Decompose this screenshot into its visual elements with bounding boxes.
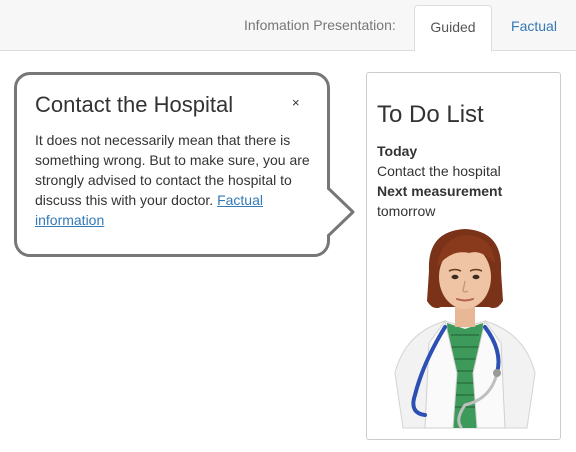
todo-title: To Do List — [377, 101, 484, 128]
advice-bubble: Contact the Hospital × It does not neces… — [14, 72, 330, 257]
doctor-avatar-icon — [394, 229, 536, 429]
close-icon[interactable]: × — [292, 95, 300, 110]
todo-heading-next-measurement: Next measurement — [377, 183, 503, 199]
bubble-body-text: It does not necessarily mean that there … — [35, 132, 310, 208]
bubble-message: It does not necessarily mean that there … — [35, 130, 317, 230]
todo-heading-today: Today — [377, 143, 418, 159]
tab-factual[interactable]: Factual — [496, 5, 572, 52]
top-navbar: Infomation Presentation: Guided Factual — [0, 0, 576, 52]
presentation-mode-label: Infomation Presentation: — [244, 17, 396, 33]
todo-item-today: Contact the hospital — [377, 163, 501, 179]
bubble-title: Contact the Hospital — [35, 92, 234, 117]
todo-item-next-measurement: tomorrow — [377, 203, 436, 219]
todo-list: Today Contact the hospital Next measurem… — [377, 141, 557, 221]
todo-panel: To Do List Today Contact the hospital Ne… — [366, 72, 561, 440]
tab-guided[interactable]: Guided — [414, 5, 492, 52]
bubble-pointer — [327, 186, 355, 238]
